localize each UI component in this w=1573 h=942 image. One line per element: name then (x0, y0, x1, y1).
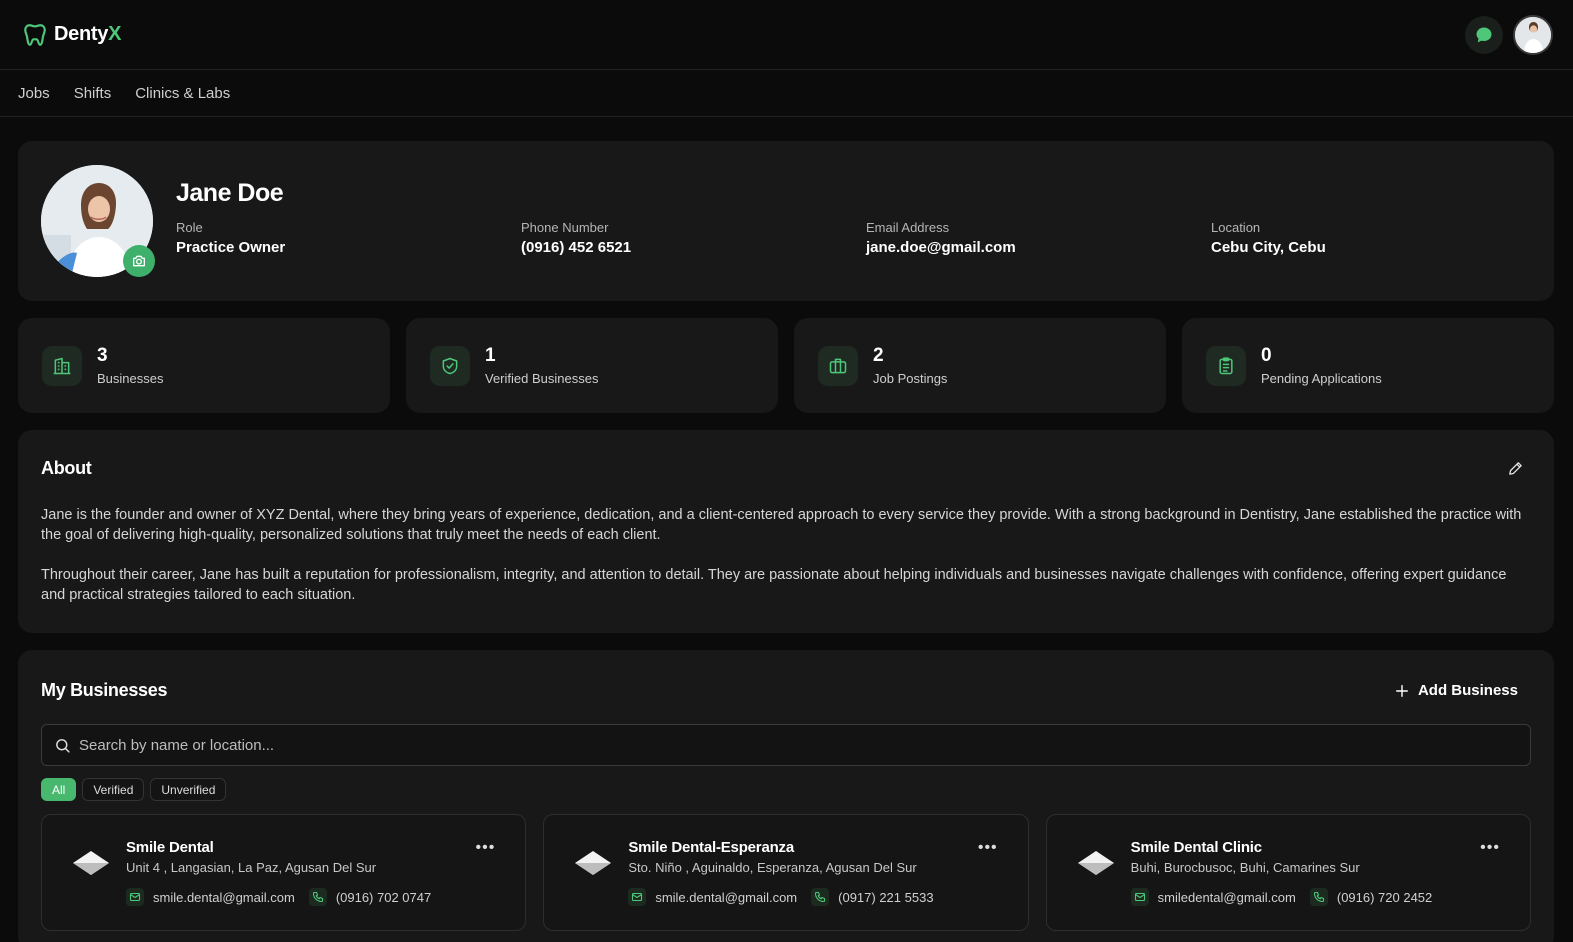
about-card: About Jane is the founder and owner of X… (18, 430, 1554, 633)
phone-value: (0916) 452 6521 (521, 238, 632, 256)
business-email-text: smiledental@gmail.com (1157, 889, 1296, 905)
location-field: Location Cebu City, Cebu (1211, 220, 1556, 256)
top-bar: DentyX (0, 0, 1573, 70)
stat-value: 0 (1261, 345, 1272, 366)
business-card[interactable]: Smile Dental Clinic Buhi, Burocbusoc, Bu… (1045, 814, 1531, 931)
filter-chips: All Verified Unverified (41, 778, 1531, 801)
stat-label: Job Postings (873, 371, 948, 386)
camera-icon (133, 255, 145, 267)
phone-field: Phone Number (0916) 452 6521 (521, 220, 866, 256)
tooth-icon (24, 23, 46, 46)
business-card[interactable]: Smile Dental-Esperanza Sto. Niño , Aguin… (543, 814, 1029, 931)
business-email: smile.dental@gmail.com (126, 888, 295, 906)
search-icon (56, 738, 70, 753)
change-photo-button[interactable] (123, 245, 155, 277)
business-phone-text: (0916) 702 0747 (335, 889, 432, 905)
business-phone-text: (0917) 221 5533 (838, 889, 934, 905)
shield-check-icon (430, 345, 470, 386)
add-business-button[interactable]: Add Business (1395, 682, 1518, 699)
chat-bubble-icon (1476, 27, 1492, 42)
business-card[interactable]: Smile Dental Unit 4 , Langasian, La Paz,… (41, 814, 527, 931)
business-phone-text: (0916) 720 2452 (1336, 889, 1433, 905)
email-label: Email Address (866, 219, 950, 235)
role-value: Practice Owner (176, 238, 286, 256)
business-name: Smile Dental-Esperanza (628, 839, 794, 856)
filter-unverified[interactable]: Unverified (150, 778, 227, 801)
profile-name: Jane Doe (176, 178, 284, 207)
business-address: Buhi, Burocbusoc, Buhi, Camarines Sur (1130, 860, 1360, 875)
business-email: smiledental@gmail.com (1130, 888, 1296, 906)
role-label: Role (176, 219, 203, 235)
edit-about-button[interactable] (1507, 460, 1524, 480)
stat-label: Businesses (97, 371, 164, 386)
business-email-text: smile.dental@gmail.com (655, 889, 798, 905)
phone-icon (811, 888, 830, 906)
more-options-button[interactable]: ••• (476, 840, 496, 856)
business-logo (574, 849, 614, 930)
business-name: Smile Dental Clinic (1130, 839, 1262, 856)
businesses-card: My Businesses Add Business All Verified … (18, 650, 1554, 942)
brand-logo[interactable]: DentyX (22, 22, 121, 48)
stat-businesses: 3 Businesses (18, 318, 390, 413)
location-label: Location (1211, 219, 1261, 235)
business-address: Sto. Niño , Aguinaldo, Esperanza, Agusan… (628, 860, 917, 875)
about-paragraph: Throughout their career, Jane has built … (41, 567, 1507, 603)
more-options-button[interactable]: ••• (1480, 840, 1500, 856)
main-nav: Jobs Shifts Clinics & Labs (0, 70, 1573, 117)
building-icon (42, 345, 82, 386)
plus-icon (1396, 684, 1408, 697)
filter-all[interactable]: All (41, 778, 77, 801)
avatar-image (1515, 16, 1551, 53)
profile-card: Jane Doe Role Practice Owner Phone Numbe… (18, 141, 1554, 301)
email-value: jane.doe@gmail.com (866, 238, 1016, 256)
chat-button[interactable] (1465, 15, 1503, 54)
phone-icon (1309, 888, 1328, 906)
filter-verified[interactable]: Verified (82, 778, 145, 801)
briefcase-icon (818, 345, 858, 386)
business-search[interactable] (41, 724, 1531, 766)
business-logo (72, 849, 112, 930)
mail-icon (628, 888, 647, 906)
email-field: Email Address jane.doe@gmail.com (866, 220, 1211, 256)
brand-name: DentyX (54, 23, 122, 45)
businesses-title: My Businesses (41, 680, 168, 700)
stat-value: 1 (485, 345, 496, 366)
stat-value: 3 (97, 345, 108, 366)
user-avatar[interactable] (1513, 14, 1553, 55)
business-email-text: smile.dental@gmail.com (153, 889, 295, 905)
stat-label: Pending Applications (1261, 371, 1382, 386)
search-input[interactable] (79, 736, 1518, 754)
business-phone: (0917) 221 5533 (811, 888, 934, 906)
nav-item-shifts[interactable]: Shifts (74, 85, 112, 102)
stat-label: Verified Businesses (485, 371, 599, 386)
nav-item-clinics-labs[interactable]: Clinics & Labs (135, 85, 230, 102)
stat-value: 2 (873, 345, 884, 366)
mail-icon (126, 888, 144, 906)
stat-verified-businesses: 1 Verified Businesses (406, 318, 778, 413)
pencil-icon (1509, 462, 1522, 475)
business-email: smile.dental@gmail.com (628, 888, 797, 906)
phone-label: Phone Number (521, 219, 609, 235)
add-business-label: Add Business (1417, 682, 1518, 699)
business-phone: (0916) 702 0747 (308, 888, 432, 906)
stat-pending-applications: 0 Pending Applications (1182, 318, 1554, 413)
location-value: Cebu City, Cebu (1211, 238, 1326, 256)
more-options-button[interactable]: ••• (978, 840, 998, 856)
role-field: Role Practice Owner (176, 220, 521, 256)
mail-icon (1130, 888, 1149, 906)
phone-icon (308, 888, 327, 906)
business-address: Unit 4 , Langasian, La Paz, Agusan Del S… (126, 860, 377, 875)
about-title: About (41, 458, 92, 478)
about-paragraph: Jane is the founder and owner of XYZ Den… (41, 507, 1522, 543)
business-name: Smile Dental (126, 839, 214, 856)
business-logo (1077, 849, 1117, 930)
stat-job-postings: 2 Job Postings (794, 318, 1166, 413)
business-phone: (0916) 720 2452 (1309, 888, 1433, 906)
clipboard-icon (1206, 345, 1246, 386)
nav-item-jobs[interactable]: Jobs (18, 85, 50, 102)
